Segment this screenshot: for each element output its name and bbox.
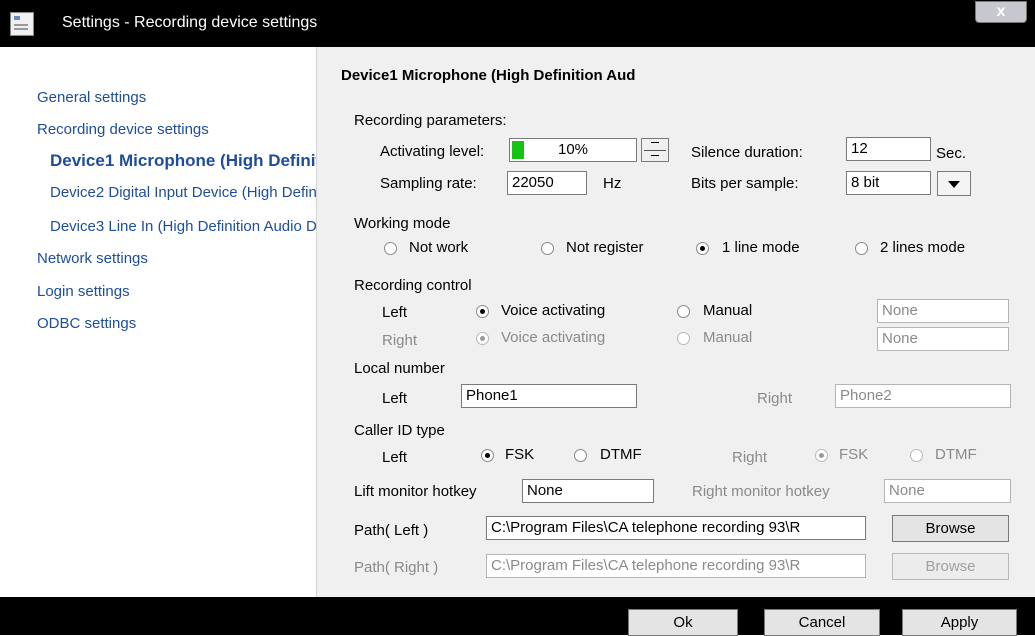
radio-right-voice-label: Voice activating <box>501 329 606 346</box>
apply-button[interactable]: Apply <box>902 609 1017 636</box>
radio-right-fsk-label: FSK <box>839 446 869 463</box>
radio-left-voice-activating[interactable] <box>476 305 489 318</box>
radio-2-lines-mode-label: 2 lines mode <box>880 239 966 256</box>
recording-left-label: Left <box>382 304 408 321</box>
activating-level-value: 10% <box>558 141 589 158</box>
sidebar-item-device1[interactable]: Device1 Microphone (High Definition Audi… <box>50 151 316 171</box>
local-number-right-label: Right <box>757 390 793 407</box>
right-monitor-hotkey-label: Right monitor hotkey <box>692 483 830 500</box>
silence-unit-label: Sec. <box>936 145 967 162</box>
local-number-left-label: Left <box>382 390 408 407</box>
caller-id-left-label: Left <box>382 449 408 466</box>
sidebar-nav: General settings Recording device settin… <box>9 47 317 597</box>
browse-left-button[interactable]: Browse <box>892 515 1009 542</box>
local-number-header: Local number <box>354 360 445 377</box>
radio-left-manual-label: Manual <box>703 302 753 319</box>
bits-per-sample-label: Bits per sample: <box>691 175 799 192</box>
radio-not-register-label: Not register <box>566 239 644 256</box>
browse-right-button[interactable]: Browse <box>892 553 1009 580</box>
sidebar-item-network-settings[interactable]: Network settings <box>37 250 148 267</box>
stepper-down-icon <box>651 155 659 156</box>
cancel-button[interactable]: Cancel <box>764 609 880 636</box>
radio-1-line-mode-label: 1 line mode <box>722 239 800 256</box>
sidebar-item-device2[interactable]: Device2 Digital Input Device (High Defin… <box>50 184 316 201</box>
radio-2-lines-mode[interactable] <box>855 242 868 255</box>
radio-left-voice-label: Voice activating <box>501 302 606 319</box>
radio-right-fsk[interactable] <box>815 449 828 462</box>
radio-left-fsk-label: FSK <box>505 446 535 463</box>
bits-per-sample-select[interactable]: 8 bit <box>846 171 931 195</box>
activating-level-label: Activating level: <box>380 143 485 160</box>
radio-right-manual-label: Manual <box>703 329 753 346</box>
caller-id-header: Caller ID type <box>354 422 445 439</box>
recording-parameters-header: Recording parameters: <box>354 112 507 129</box>
right-monitor-hotkey-input[interactable]: None <box>884 479 1011 503</box>
recording-control-header: Recording control <box>354 277 472 294</box>
sampling-rate-input[interactable]: 22050 <box>507 171 587 195</box>
close-button[interactable]: x <box>975 1 1027 23</box>
radio-right-manual[interactable] <box>677 332 690 345</box>
lift-monitor-hotkey-label: Lift monitor hotkey <box>354 483 477 500</box>
settings-window: Settings - Recording device settings x G… <box>0 0 1035 636</box>
radio-not-work[interactable] <box>384 242 397 255</box>
radio-left-fsk[interactable] <box>481 449 494 462</box>
window-title: Settings - Recording device settings <box>62 14 318 31</box>
sidebar-item-odbc-settings[interactable]: ODBC settings <box>37 315 136 332</box>
path-left-label: Path( Left ) <box>354 522 429 539</box>
radio-left-manual[interactable] <box>677 305 690 318</box>
local-number-left-input[interactable]: Phone1 <box>461 384 637 408</box>
title-bar: Settings - Recording device settings x <box>0 0 1035 47</box>
stepper-up-icon <box>651 142 659 143</box>
sidebar-item-general-settings[interactable]: General settings <box>37 89 146 106</box>
lift-monitor-hotkey-input[interactable]: None <box>522 479 654 503</box>
activating-level-stepper[interactable] <box>641 138 669 162</box>
activating-level-field[interactable]: 10% <box>509 138 637 162</box>
radio-left-dtmf[interactable] <box>574 449 587 462</box>
sidebar-item-recording-device-settings[interactable]: Recording device settings <box>37 121 209 138</box>
device-settings-panel: Device1 Microphone (High Definition Aud … <box>317 47 1035 597</box>
sidebar-item-device3[interactable]: Device3 Line In (High Definition Audio D… <box>50 218 316 235</box>
radio-left-dtmf-label: DTMF <box>600 446 642 463</box>
ok-button[interactable]: Ok <box>628 609 738 636</box>
right-hotkey-field[interactable]: None <box>877 327 1009 351</box>
silence-duration-input[interactable]: 12 <box>846 137 931 161</box>
silence-duration-label: Silence duration: <box>691 144 803 161</box>
caller-id-right-label: Right <box>732 449 768 466</box>
dialog-button-bar: Ok Cancel Apply <box>0 597 1035 636</box>
bits-per-sample-dropdown-icon[interactable] <box>937 171 971 196</box>
sampling-rate-label: Sampling rate: <box>380 175 477 192</box>
sidebar-item-login-settings[interactable]: Login settings <box>37 283 130 300</box>
radio-right-voice-activating[interactable] <box>476 332 489 345</box>
radio-right-dtmf-label: DTMF <box>935 446 977 463</box>
working-mode-header: Working mode <box>354 215 451 232</box>
sampling-unit-label: Hz <box>603 175 622 192</box>
activating-level-bar <box>512 141 524 159</box>
radio-not-work-label: Not work <box>409 239 469 256</box>
path-right-input[interactable]: C:\Program Files\CA telephone recording … <box>486 554 866 578</box>
recording-right-label: Right <box>382 332 418 349</box>
radio-1-line-mode[interactable] <box>696 242 709 255</box>
radio-right-dtmf[interactable] <box>910 449 923 462</box>
radio-not-register[interactable] <box>541 242 554 255</box>
panel-title: Device1 Microphone (High Definition Aud <box>341 67 636 84</box>
left-hotkey-field[interactable]: None <box>877 299 1009 323</box>
path-left-input[interactable]: C:\Program Files\CA telephone recording … <box>486 516 866 540</box>
local-number-right-input[interactable]: Phone2 <box>835 384 1011 408</box>
window-app-icon <box>10 12 34 36</box>
path-right-label: Path( Right ) <box>354 559 439 576</box>
